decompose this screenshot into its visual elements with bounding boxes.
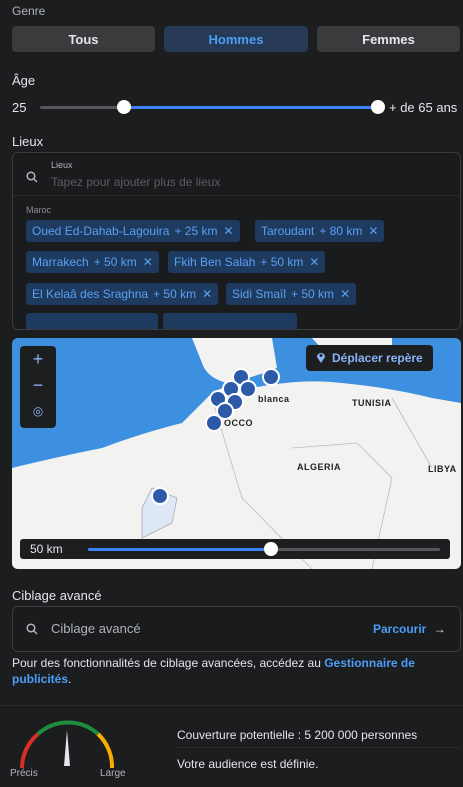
radius-handle[interactable] bbox=[264, 542, 279, 556]
location-chip-partial[interactable] bbox=[163, 313, 297, 329]
browse-label: Parcourir bbox=[373, 622, 427, 636]
gauge-broad-label: Large bbox=[100, 768, 126, 779]
close-icon[interactable]: ✕ bbox=[309, 255, 319, 269]
advanced-targeting-box: Ciblage avancé Parcourir → bbox=[12, 606, 461, 652]
advanced-targeting-label: Ciblage avancé bbox=[12, 588, 102, 603]
divider bbox=[0, 705, 463, 706]
note-suffix: . bbox=[68, 672, 72, 686]
map-pin-icon bbox=[316, 351, 326, 366]
radius-track-fill bbox=[88, 548, 272, 551]
country-heading: Maroc bbox=[26, 205, 52, 215]
age-min-handle[interactable] bbox=[117, 100, 131, 114]
search-icon bbox=[26, 171, 38, 186]
audience-status: Votre audience est définie. bbox=[177, 757, 319, 771]
note-text: Pour des fonctionnalités de ciblage avan… bbox=[12, 656, 325, 670]
divider bbox=[13, 195, 460, 196]
location-chip-radius: + 50 km bbox=[153, 287, 197, 301]
age-track-active bbox=[124, 106, 378, 109]
age-min-value: 25 bbox=[12, 100, 27, 115]
location-map[interactable]: blanca TUNISIA OCCO ALGERIA LIBYA + − ◎ … bbox=[12, 338, 461, 569]
search-icon bbox=[26, 623, 38, 638]
gender-option-women[interactable]: Femmes bbox=[317, 26, 460, 52]
age-max-handle[interactable] bbox=[371, 100, 385, 114]
locations-label: Lieux bbox=[12, 134, 44, 149]
age-label: Âge bbox=[12, 73, 36, 88]
location-chip-name: Taroudant bbox=[261, 224, 315, 238]
map-label-morocco: OCCO bbox=[224, 418, 253, 428]
map-zoom-controls: + − ◎ bbox=[20, 346, 56, 428]
map-label-algeria: ALGERIA bbox=[297, 462, 341, 472]
move-pin-label: Déplacer repère bbox=[332, 351, 423, 365]
location-chip[interactable]: Sidi Smaïl + 50 km ✕ bbox=[226, 283, 357, 305]
location-chip-radius: + 50 km bbox=[93, 255, 137, 269]
close-icon[interactable]: ✕ bbox=[368, 224, 378, 238]
divider bbox=[177, 747, 461, 748]
location-chip[interactable]: Taroudant + 80 km ✕ bbox=[255, 220, 385, 242]
locations-search-input[interactable]: Tapez pour ajouter plus de lieux bbox=[51, 175, 220, 189]
close-icon[interactable]: ✕ bbox=[143, 255, 153, 269]
location-chip-name: Fkih Ben Salah bbox=[174, 255, 256, 269]
location-chip[interactable]: Oued Ed-Dahab-Lagouira + 25 km ✕ bbox=[26, 220, 240, 242]
radius-value: 50 km bbox=[30, 542, 63, 556]
gender-option-men[interactable]: Hommes bbox=[164, 26, 308, 52]
arrow-right-icon: → bbox=[433, 622, 446, 636]
location-pin-icon[interactable] bbox=[262, 368, 280, 386]
location-chip-radius: + 25 km bbox=[174, 224, 218, 238]
location-chip[interactable]: El Kelaâ des Sraghna + 50 km ✕ bbox=[26, 283, 219, 305]
location-chip-name: Marrakech bbox=[32, 255, 89, 269]
map-label-casablanca: blanca bbox=[258, 394, 290, 404]
move-pin-button[interactable]: Déplacer repère bbox=[306, 345, 433, 371]
location-chip-radius: + 80 km bbox=[319, 224, 363, 238]
gauge-specific-label: Précis bbox=[10, 768, 38, 779]
map-label-libya: LIBYA bbox=[428, 464, 457, 474]
location-chip[interactable]: Marrakech + 50 km ✕ bbox=[26, 251, 159, 273]
age-track-inactive bbox=[40, 106, 124, 109]
location-chip-radius: + 50 km bbox=[260, 255, 304, 269]
zoom-out-button[interactable]: − bbox=[20, 372, 56, 398]
audience-gauge-icon bbox=[20, 720, 115, 769]
close-icon[interactable]: ✕ bbox=[223, 224, 233, 238]
location-pin-icon[interactable] bbox=[205, 414, 223, 432]
close-icon[interactable]: ✕ bbox=[202, 287, 212, 301]
advanced-targeting-note: Pour des fonctionnalités de ciblage avan… bbox=[12, 655, 452, 687]
zoom-in-button[interactable]: + bbox=[20, 346, 56, 372]
locations-box: Lieux Tapez pour ajouter plus de lieux M… bbox=[12, 152, 461, 330]
close-icon[interactable]: ✕ bbox=[340, 287, 350, 301]
potential-reach: Couverture potentielle : 5 200 000 perso… bbox=[177, 728, 418, 742]
browse-button[interactable]: Parcourir → bbox=[373, 622, 446, 636]
gender-label: Genre bbox=[12, 4, 46, 18]
location-chip-name: Sidi Smaïl bbox=[232, 287, 287, 301]
map-label-tunisia: TUNISIA bbox=[352, 398, 392, 408]
location-chip-name: El Kelaâ des Sraghna bbox=[32, 287, 149, 301]
locate-icon[interactable]: ◎ bbox=[20, 398, 56, 424]
radius-slider-bar: 50 km bbox=[20, 539, 450, 559]
location-pin-icon[interactable] bbox=[151, 487, 169, 505]
advanced-targeting-input[interactable]: Ciblage avancé bbox=[51, 621, 141, 636]
location-chip-partial[interactable] bbox=[26, 313, 158, 329]
gender-option-all[interactable]: Tous bbox=[12, 26, 155, 52]
location-chip-radius: + 50 km bbox=[291, 287, 335, 301]
location-chip-name: Oued Ed-Dahab-Lagouira bbox=[32, 224, 170, 238]
age-max-value: + de 65 ans bbox=[389, 100, 458, 115]
locations-search-label: Lieux bbox=[51, 160, 73, 170]
location-chip[interactable]: Fkih Ben Salah + 50 km ✕ bbox=[168, 251, 326, 273]
